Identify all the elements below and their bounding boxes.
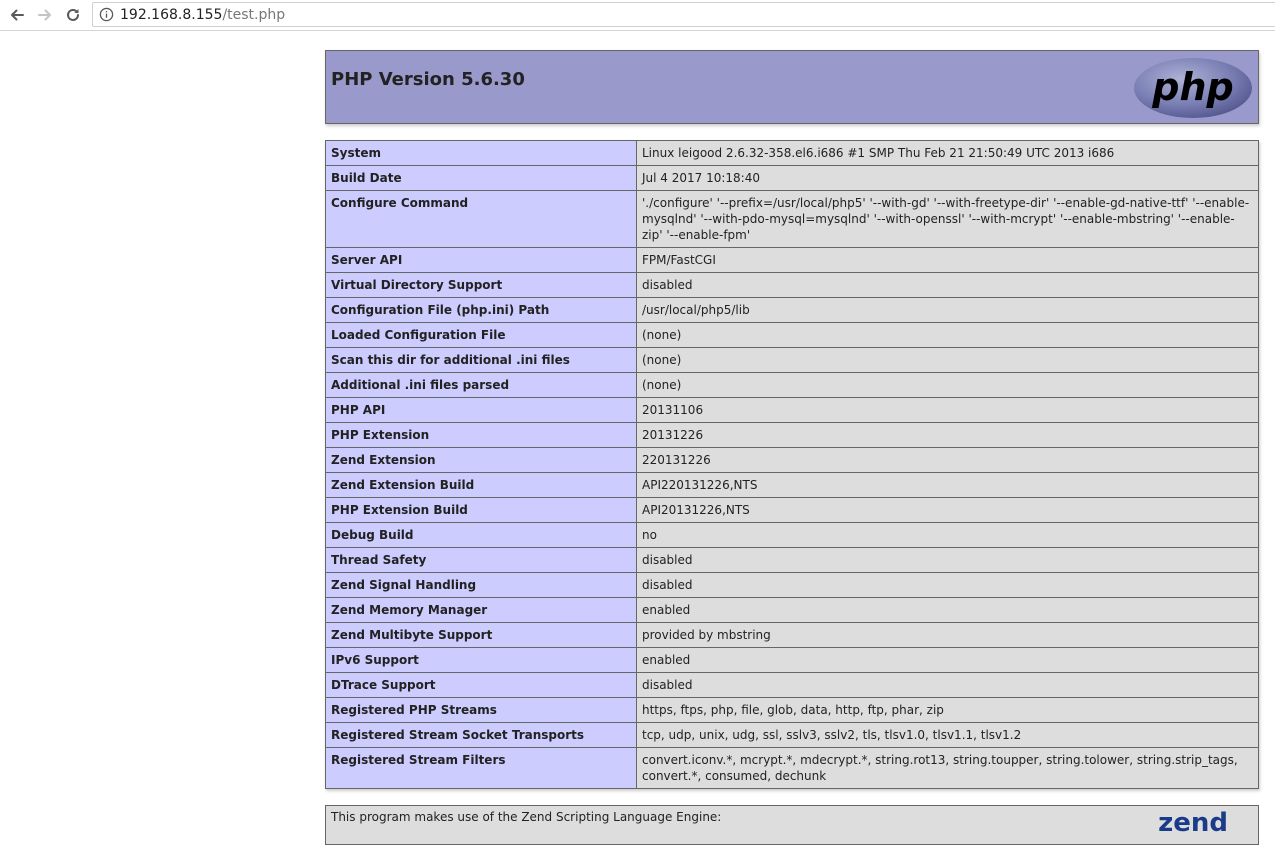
back-arrow-icon	[11, 9, 24, 21]
row-key: System	[325, 140, 637, 166]
table-row: Scan this dir for additional .ini files(…	[325, 347, 1259, 373]
table-row: Zend Memory Manager enabled	[325, 597, 1259, 623]
forward-arrow-icon	[38, 9, 51, 21]
table-row: System Linux leigood 2.6.32-358.el6.i686 …	[325, 140, 1259, 166]
url-path: /test.php	[222, 7, 286, 23]
browser-toolbar: 192.168.8.155/test.php	[0, 0, 1275, 31]
url-text: 192.168.8.155/test.php	[120, 7, 285, 23]
row-value: tcp, udp, unix, udg, ssl, sslv3, sslv2, …	[636, 722, 1259, 748]
row-value: FPM/FastCGI	[636, 247, 1259, 273]
row-key: DTrace Support	[325, 672, 637, 698]
url-host: 192.168.8.155	[120, 7, 223, 23]
row-value: 20131106	[636, 397, 1259, 423]
row-value: Linux leigood 2.6.32-358.el6.i686 #1 SMP…	[636, 140, 1259, 166]
row-key: Server API	[325, 247, 637, 273]
row-key: Registered Stream Socket Transports	[325, 722, 637, 748]
row-value: 220131226	[636, 447, 1259, 473]
zend-logo[interactable]: zend	[1158, 808, 1228, 838]
table-row: Zend Signal Handling disabled	[325, 572, 1259, 598]
forward-button[interactable]	[34, 4, 56, 26]
row-value: enabled	[636, 597, 1259, 623]
page-title: PHP Version 5.6.30	[331, 69, 525, 90]
table-row: Virtual Directory Support disabled	[325, 272, 1259, 298]
table-row: Registered Stream Filters convert.iconv.*…	[325, 747, 1259, 789]
php-info-table: System Linux leigood 2.6.32-358.el6.i686 …	[325, 140, 1259, 789]
row-key: Zend Memory Manager	[325, 597, 637, 623]
row-key: Thread Safety	[325, 547, 637, 573]
address-bar[interactable]: 192.168.8.155/test.php	[92, 2, 1275, 27]
row-key: Configure Command	[325, 190, 637, 248]
row-value: Jul 4 2017 10:18:40	[636, 165, 1259, 191]
row-value: convert.iconv.*, mcrypt.*, mdecrypt.*, s…	[636, 747, 1259, 789]
row-key: Configuration File (php.ini) Path	[325, 297, 637, 323]
row-key: PHP Extension Build	[325, 497, 637, 523]
table-row: IPv6 Support enabled	[325, 647, 1259, 673]
row-value: './configure' '--prefix=/usr/local/php5'…	[636, 190, 1259, 248]
row-value: disabled	[636, 572, 1259, 598]
php-logo[interactable]: php	[1132, 56, 1254, 120]
back-button[interactable]	[6, 4, 28, 26]
row-key: PHP Extension	[325, 422, 637, 448]
row-value: no	[636, 522, 1259, 548]
row-key: Zend Signal Handling	[325, 572, 637, 598]
row-value: disabled	[636, 272, 1259, 298]
row-value: (none)	[636, 372, 1259, 398]
row-value: 20131226	[636, 422, 1259, 448]
row-key: Registered PHP Streams	[325, 697, 637, 723]
table-row: Registered PHP Streams https, ftps, php, …	[325, 697, 1259, 723]
table-row: Debug Build no	[325, 522, 1259, 548]
row-key: Registered Stream Filters	[325, 747, 637, 789]
table-row: Zend Extension Build API220131226,NTS	[325, 472, 1259, 498]
row-key: IPv6 Support	[325, 647, 637, 673]
table-row: Registered Stream Socket Transports tcp, …	[325, 722, 1259, 748]
table-row: PHP Extension Build API20131226,NTS	[325, 497, 1259, 523]
row-key: Build Date	[325, 165, 637, 191]
info-icon[interactable]	[99, 7, 114, 22]
row-key: Loaded Configuration File	[325, 322, 637, 348]
row-value: disabled	[636, 672, 1259, 698]
table-row: Configuration File (php.ini) Path/usr/lo…	[325, 297, 1259, 323]
table-row: Zend Multibyte Support provided by mbstri…	[325, 622, 1259, 648]
php-logo-text: php	[1151, 65, 1233, 109]
row-key: Zend Extension	[325, 447, 637, 473]
row-value: provided by mbstring	[636, 622, 1259, 648]
row-value: (none)	[636, 347, 1259, 373]
table-row: Server API FPM/FastCGI	[325, 247, 1259, 273]
reload-icon	[67, 8, 79, 21]
zend-engine-box: This program makes use of the Zend Scrip…	[325, 805, 1259, 845]
row-key: PHP API	[325, 397, 637, 423]
table-row: Build Date Jul 4 2017 10:18:40	[325, 165, 1259, 191]
row-value: /usr/local/php5/lib	[636, 297, 1259, 323]
row-key: Virtual Directory Support	[325, 272, 637, 298]
row-value: API220131226,NTS	[636, 472, 1259, 498]
row-value: enabled	[636, 647, 1259, 673]
row-key: Zend Extension Build	[325, 472, 637, 498]
php-version-header: PHP Version 5.6.30 php	[325, 50, 1259, 124]
row-key: Zend Multibyte Support	[325, 622, 637, 648]
table-row: PHP API 20131106	[325, 397, 1259, 423]
table-row: Configure Command './configure' '--prefix…	[325, 190, 1259, 248]
row-key: Additional .ini files parsed	[325, 372, 637, 398]
table-row: Loaded Configuration File (none)	[325, 322, 1259, 348]
row-key: Scan this dir for additional .ini files	[325, 347, 637, 373]
table-row: Thread Safety disabled	[325, 547, 1259, 573]
reload-button[interactable]	[62, 4, 84, 26]
table-row: DTrace Support disabled	[325, 672, 1259, 698]
table-row: Zend Extension 220131226	[325, 447, 1259, 473]
row-key: Debug Build	[325, 522, 637, 548]
row-value: https, ftps, php, file, glob, data, http…	[636, 697, 1259, 723]
zend-engine-text: This program makes use of the Zend Scrip…	[331, 810, 722, 824]
table-row: PHP Extension 20131226	[325, 422, 1259, 448]
row-value: (none)	[636, 322, 1259, 348]
row-value: API20131226,NTS	[636, 497, 1259, 523]
row-value: disabled	[636, 547, 1259, 573]
table-row: Additional .ini files parsed (none)	[325, 372, 1259, 398]
